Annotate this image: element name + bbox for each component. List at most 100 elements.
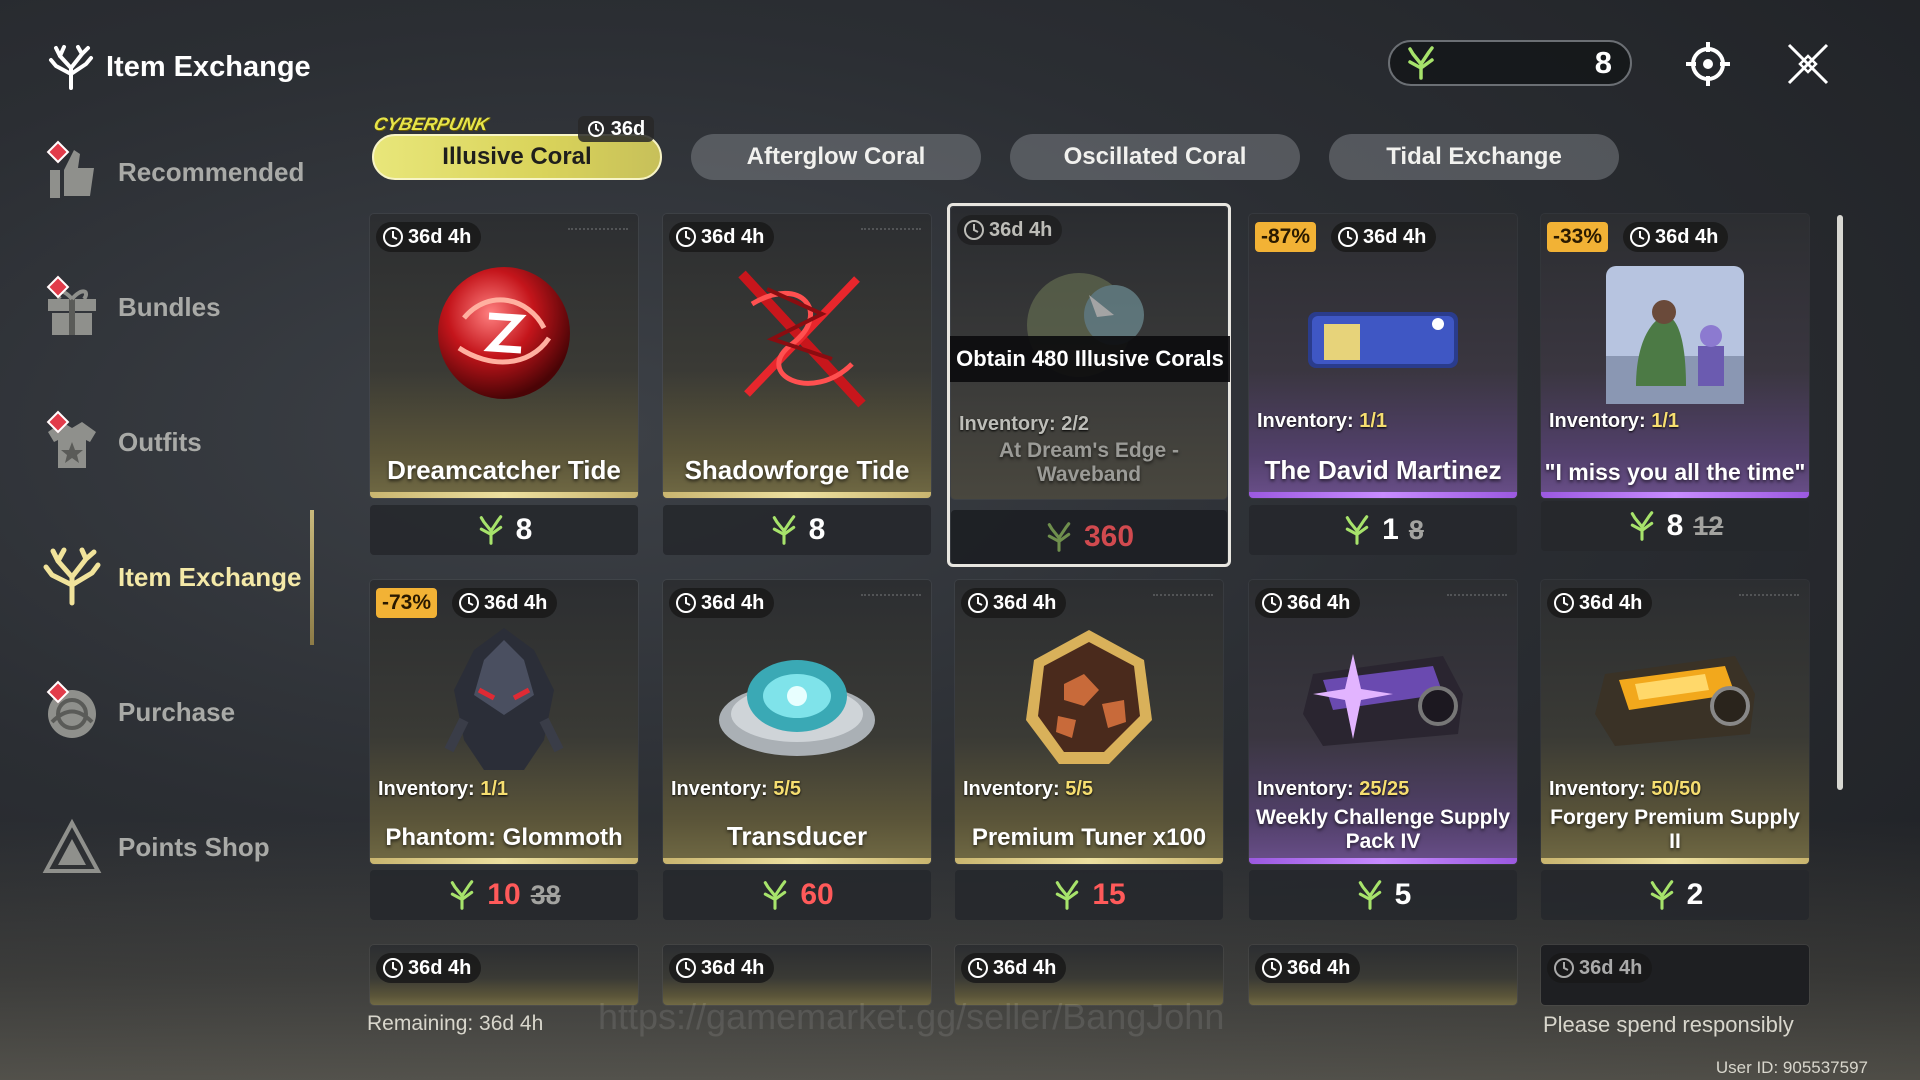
inventory-value: 1/1 bbox=[480, 778, 509, 800]
item-name-line: II bbox=[1669, 830, 1681, 853]
sidebar-item-label: Outfits bbox=[118, 426, 202, 457]
currency-display[interactable]: 8 bbox=[1388, 40, 1632, 86]
inventory-label: Inventory: bbox=[1549, 410, 1646, 432]
rarity-rim bbox=[663, 492, 931, 498]
gift-icon bbox=[42, 275, 102, 337]
tab-label: Illusive Coral bbox=[442, 143, 592, 170]
timer-value: 36d 4h bbox=[1287, 956, 1351, 979]
clock-icon bbox=[676, 958, 696, 978]
price-button[interactable]: 5 bbox=[1249, 870, 1517, 920]
shop-item-card[interactable]: -87% 36d 4h Inventory: 1/1 The David Mar… bbox=[1249, 214, 1517, 498]
tab-tidal-exchange[interactable]: Tidal Exchange bbox=[1329, 134, 1619, 180]
shop-item-card[interactable]: 36d 4h Inventory: 50/50 Forgery Premium … bbox=[1541, 580, 1809, 864]
price-value: 8 bbox=[1666, 509, 1684, 542]
timer-value: 36d 4h bbox=[701, 591, 765, 614]
timer-value: 36d 4h bbox=[993, 591, 1057, 614]
coral-currency-icon bbox=[451, 880, 474, 910]
inventory-count: Inventory: 1/1 bbox=[1257, 410, 1387, 433]
shop-item-card[interactable]: 36d 4h Inventory: 5/5 Transducer bbox=[663, 580, 931, 864]
price-button[interactable]: 8 bbox=[663, 505, 931, 555]
shop-item-card[interactable]: -33% 36d 4h Inventory: 1/1 "I miss you a… bbox=[1541, 214, 1809, 498]
timer-badge: 36d 4h bbox=[1547, 953, 1653, 983]
sidebar-item-label: Item Exchange bbox=[118, 561, 302, 592]
settings-button[interactable] bbox=[1680, 36, 1736, 92]
clock-icon bbox=[1554, 593, 1574, 613]
timer-badge: 36d 4h bbox=[452, 588, 558, 618]
tab-label: Oscillated Coral bbox=[1063, 143, 1247, 170]
page-title: Item Exchange bbox=[48, 44, 311, 90]
card-decoration bbox=[568, 228, 628, 234]
clock-icon bbox=[459, 593, 479, 613]
sidebar-item-item-exchange[interactable]: Item Exchange bbox=[42, 537, 302, 617]
sidebar-item-outfits[interactable]: Outfits bbox=[42, 402, 202, 482]
sidebar-item-points-shop[interactable]: Points Shop bbox=[42, 807, 270, 887]
sidebar-item-label: Points Shop bbox=[118, 831, 270, 862]
tab-oscillated-coral[interactable]: Oscillated Coral bbox=[1010, 134, 1300, 180]
shop-item-card[interactable]: 36d 4h Inventory: 25/25 Weekly Challenge… bbox=[1249, 580, 1517, 864]
inventory-count: Inventory: 50/50 bbox=[1549, 778, 1701, 801]
crosshair-gear-icon bbox=[1686, 42, 1730, 86]
coral-icon bbox=[49, 45, 93, 90]
tab-label: Afterglow Coral bbox=[746, 143, 926, 170]
spend-notice: Please spend responsibly bbox=[1543, 1012, 1794, 1037]
timer-badge: 36d 4h bbox=[1255, 588, 1361, 618]
price-button[interactable]: 1 8 bbox=[1249, 505, 1517, 555]
price-button[interactable]: 2 bbox=[1541, 870, 1809, 920]
price-button[interactable]: 8 bbox=[370, 505, 638, 555]
inventory-count: Inventory: 5/5 bbox=[671, 778, 801, 801]
red-orb-icon bbox=[438, 267, 570, 399]
inventory-label: Inventory: bbox=[671, 778, 768, 800]
discount-badge: -73% bbox=[376, 588, 438, 618]
discount-badge: -87% bbox=[1255, 222, 1317, 252]
timer-value: 36d 4h bbox=[484, 591, 548, 614]
watermark: https://gamemarket.gg/seller/BangJohn bbox=[598, 996, 1225, 1037]
coral-currency-icon bbox=[1630, 511, 1653, 541]
gold-supply-case-icon bbox=[1595, 656, 1755, 746]
shop-item-card[interactable]: 36d 4h bbox=[1541, 945, 1809, 1005]
timer-badge: 36d 4h bbox=[961, 588, 1067, 618]
inventory-value: 25/25 bbox=[1359, 778, 1410, 800]
shop-item-card[interactable]: 36d 4h Inventory: 5/5 Premium Tuner x100 bbox=[955, 580, 1223, 864]
shop-item-card[interactable]: 36d 4h Dreamcatcher Tide bbox=[370, 214, 638, 498]
timer-value: 36d 4h bbox=[1579, 591, 1643, 614]
inventory-value: 5/5 bbox=[773, 778, 802, 800]
shop-item-card[interactable]: 36d 4h Shadowforge Tide bbox=[663, 214, 931, 498]
rarity-rim bbox=[663, 858, 931, 864]
item-name: Shadowforge Tide bbox=[684, 455, 910, 485]
clock-icon bbox=[1554, 958, 1574, 978]
sidebar-item-purchase[interactable]: Purchase bbox=[42, 672, 235, 752]
rarity-rim bbox=[370, 492, 638, 498]
cyberpunk-logo: CYBERPUNK bbox=[371, 114, 491, 134]
timer-badge: 36d 4h bbox=[1255, 953, 1361, 983]
rarity-rim bbox=[370, 858, 638, 864]
coral-currency-icon bbox=[1345, 515, 1369, 545]
coral-currency-icon bbox=[1650, 880, 1673, 910]
item-name-line: Pack IV bbox=[1345, 830, 1421, 853]
inventory-value: 1/1 bbox=[1651, 410, 1680, 432]
sidebar-item-bundles[interactable]: Bundles bbox=[42, 267, 221, 347]
clock-icon bbox=[968, 593, 988, 613]
clock-icon bbox=[1630, 227, 1650, 247]
inventory-count: Inventory: 1/1 bbox=[378, 778, 508, 801]
price-button[interactable]: 15 bbox=[955, 870, 1223, 920]
shop-item-card[interactable]: 36d 4h bbox=[1249, 945, 1517, 1005]
inventory-value: 5/5 bbox=[1065, 778, 1094, 800]
inventory-count: Inventory: 25/25 bbox=[1257, 778, 1409, 801]
tab-label: Tidal Exchange bbox=[1386, 143, 1562, 170]
scrollbar-thumb[interactable] bbox=[1837, 215, 1843, 790]
close-button[interactable] bbox=[1780, 36, 1836, 92]
coral-icon bbox=[42, 547, 102, 607]
sidebar-item-label: Purchase bbox=[118, 696, 236, 727]
clock-icon bbox=[383, 227, 403, 247]
inventory-count: Inventory: 1/1 bbox=[1549, 410, 1679, 433]
sidebar-item-recommended[interactable]: Recommended bbox=[42, 132, 304, 212]
timer-value: 36d 4h bbox=[701, 225, 765, 248]
clock-icon bbox=[968, 958, 988, 978]
card-decoration bbox=[861, 594, 921, 600]
price-button[interactable]: 8 12 bbox=[1541, 501, 1809, 551]
price-button[interactable]: 10 38 bbox=[370, 870, 638, 920]
coral-currency-icon bbox=[764, 880, 787, 910]
shop-item-card[interactable]: -73% 36d 4h Inventory: 1/1 Phantom: Glom… bbox=[370, 580, 638, 864]
price-button[interactable]: 60 bbox=[663, 870, 931, 920]
tab-afterglow-coral[interactable]: Afterglow Coral bbox=[691, 134, 981, 180]
